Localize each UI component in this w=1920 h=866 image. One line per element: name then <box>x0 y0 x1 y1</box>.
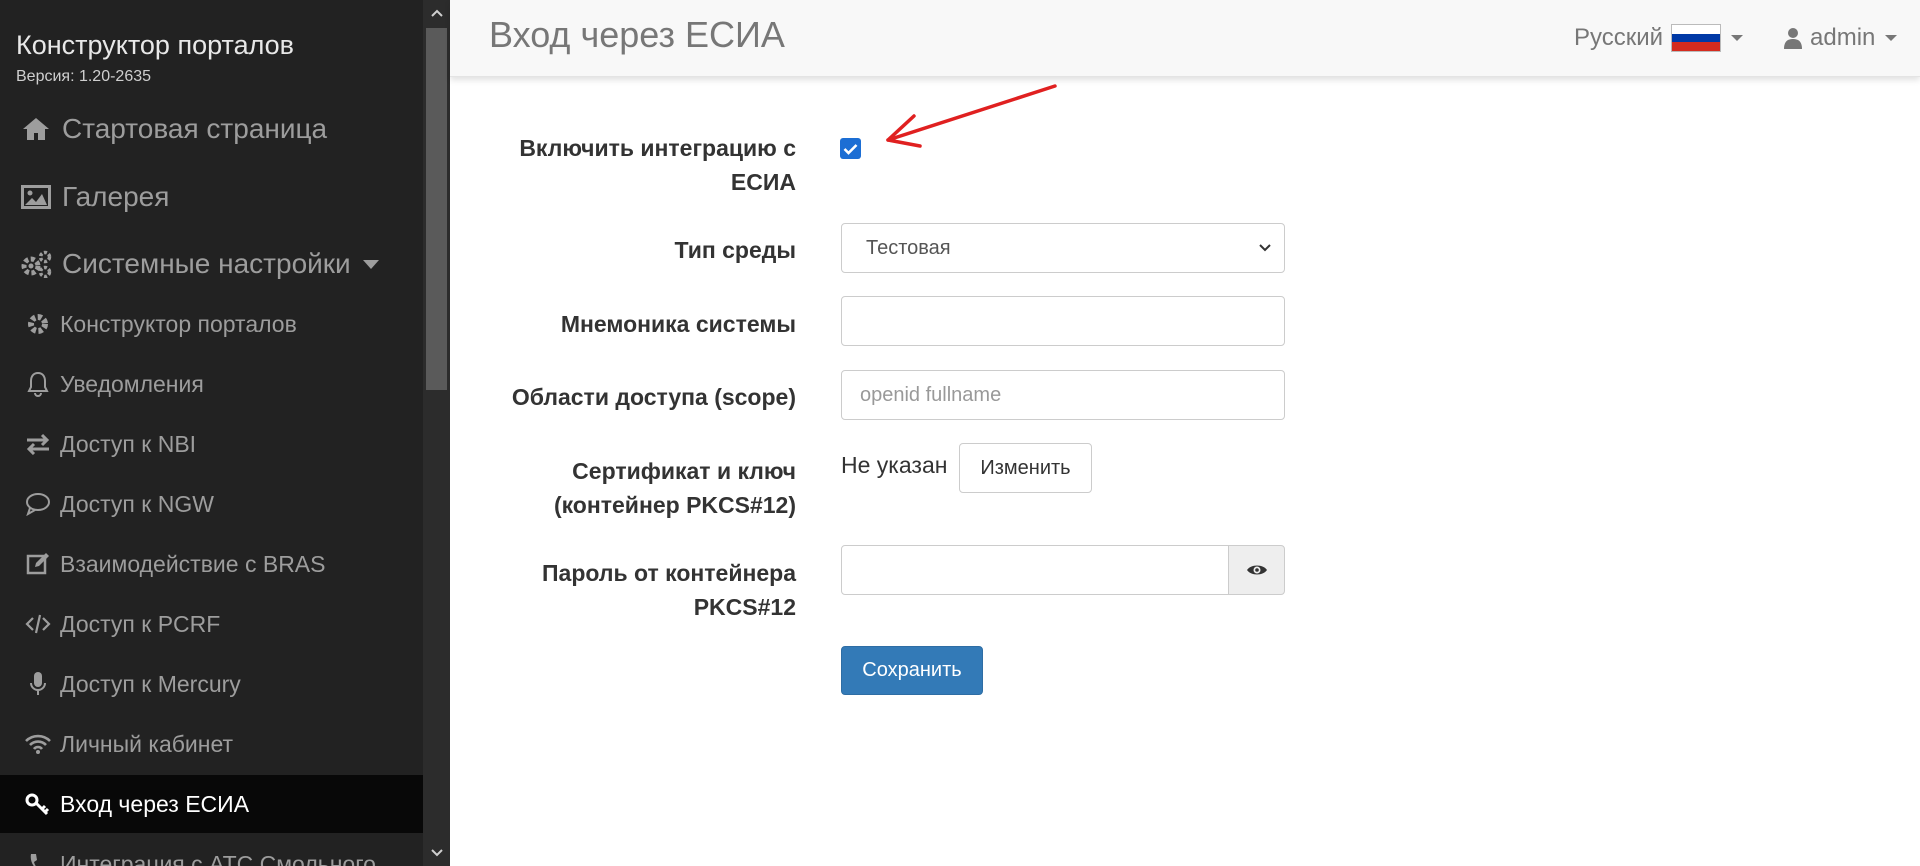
scrollbar-thumb[interactable] <box>426 28 447 390</box>
sidebar-item-label: Уведомления <box>60 370 204 397</box>
env-type-select[interactable]: Тестовая <box>841 223 1285 273</box>
sidebar-item-ats-integration[interactable]: Интеграция с АТС Смольного <box>0 835 423 866</box>
sidebar-item-ngw-access[interactable]: Доступ к NGW <box>0 475 423 533</box>
sidebar-item-label: Личный кабинет <box>60 730 234 757</box>
mnemonic-input[interactable] <box>841 296 1285 346</box>
page-title: Вход через ЕСИА <box>489 14 785 55</box>
sidebar-item-pcrf-access[interactable]: Доступ к PCRF <box>0 595 423 653</box>
sidebar-item-personal-cabinet[interactable]: Личный кабинет <box>0 715 423 773</box>
edit-icon <box>22 552 54 576</box>
sidebar: Конструктор порталов Версия: 1.20-2635 С… <box>0 0 423 866</box>
scope-placeholder: openid fullname <box>860 383 1002 406</box>
sidebar-item-label: Вход через ЕСИА <box>60 790 250 817</box>
sidebar-item-label: Доступ к NBI <box>60 430 197 457</box>
eye-icon <box>1246 565 1267 575</box>
sidebar-item-nbi-access[interactable]: Доступ к NBI <box>0 415 423 473</box>
chevron-down-icon <box>1885 35 1898 41</box>
bell-icon <box>22 371 54 397</box>
sidebar-item-notifications[interactable]: Уведомления <box>0 355 423 413</box>
image-icon <box>14 185 58 209</box>
key-icon <box>22 792 54 816</box>
scroll-up-icon[interactable] <box>423 0 450 26</box>
sidebar-item-label: Стартовая страница <box>62 113 328 144</box>
sidebar-item-start-page[interactable]: Стартовая страница <box>0 99 423 159</box>
show-password-button[interactable] <box>1228 545 1285 595</box>
user-dropdown[interactable]: admin <box>1784 24 1898 52</box>
gear-icon <box>22 312 54 336</box>
scope-input[interactable]: openid fullname <box>841 370 1285 420</box>
app-version: Версия: 1.20-2635 <box>16 68 152 85</box>
sidebar-item-portal-builder[interactable]: Конструктор порталов <box>0 295 423 353</box>
language-label: Русский <box>1574 24 1664 51</box>
exchange-icon <box>22 433 54 455</box>
username: admin <box>1810 24 1876 51</box>
mnemonic-label: Мнемоника системы <box>560 311 796 337</box>
sidebar-item-label: Галерея <box>62 181 170 212</box>
red-arrow-annotation <box>886 84 1057 148</box>
sidebar-item-label: Доступ к Mercury <box>60 670 241 697</box>
wifi-icon <box>22 733 54 755</box>
chevron-down-icon <box>1731 35 1744 41</box>
sidebar-item-label: Конструктор порталов <box>60 310 297 337</box>
app-brand[interactable]: Конструктор порталов <box>16 30 294 61</box>
chevron-down-icon <box>1259 244 1271 252</box>
sidebar-item-label: Взаимодействие с BRAS <box>60 550 326 577</box>
scroll-down-icon[interactable] <box>423 840 450 866</box>
phone-icon <box>22 852 54 866</box>
chevron-down-icon <box>362 259 379 269</box>
sidebar-item-label: Интеграция с АТС Смольного <box>60 850 376 866</box>
password-label: Пароль от контейнера PKCS#12 <box>542 560 796 620</box>
change-certificate-button[interactable]: Изменить <box>959 443 1092 493</box>
language-dropdown[interactable]: Русский <box>1574 24 1744 52</box>
sidebar-scrollbar[interactable] <box>423 0 450 866</box>
certificate-status: Не указан <box>841 452 948 478</box>
russian-flag-icon <box>1671 24 1722 52</box>
password-input[interactable] <box>841 545 1229 595</box>
env-type-value: Тестовая <box>866 236 951 259</box>
microphone-icon <box>22 671 54 697</box>
sidebar-item-system-settings[interactable]: Системные настройки <box>0 234 423 294</box>
sidebar-item-gallery[interactable]: Галерея <box>0 167 423 227</box>
sidebar-item-mercury-access[interactable]: Доступ к Mercury <box>0 655 423 713</box>
comment-icon <box>22 492 54 516</box>
code-icon <box>22 613 54 635</box>
save-button[interactable]: Сохранить <box>841 646 983 695</box>
sidebar-item-label: Системные настройки <box>62 248 351 279</box>
sidebar-item-esia-login[interactable]: Вход через ЕСИА <box>0 775 423 833</box>
top-navbar: Вход через ЕСИА Русский admin <box>450 0 1920 77</box>
sidebar-item-bras[interactable]: Взаимодействие с BRAS <box>0 535 423 593</box>
password-field-group <box>841 545 1285 595</box>
scope-label: Области доступа (scope) <box>511 384 796 410</box>
sidebar-item-label: Доступ к PCRF <box>60 610 221 637</box>
env-type-label: Тип среды <box>674 237 796 263</box>
certificate-label: Сертификат и ключ (контейнер PKCS#12) <box>553 458 796 518</box>
enable-integration-checkbox[interactable] <box>840 138 861 159</box>
cogs-icon <box>14 250 58 278</box>
enable-integration-label: Включить интеграцию с ЕСИА <box>519 135 796 195</box>
user-icon <box>1784 27 1802 49</box>
home-icon <box>14 116 58 142</box>
sidebar-item-label: Доступ к NGW <box>60 490 214 517</box>
